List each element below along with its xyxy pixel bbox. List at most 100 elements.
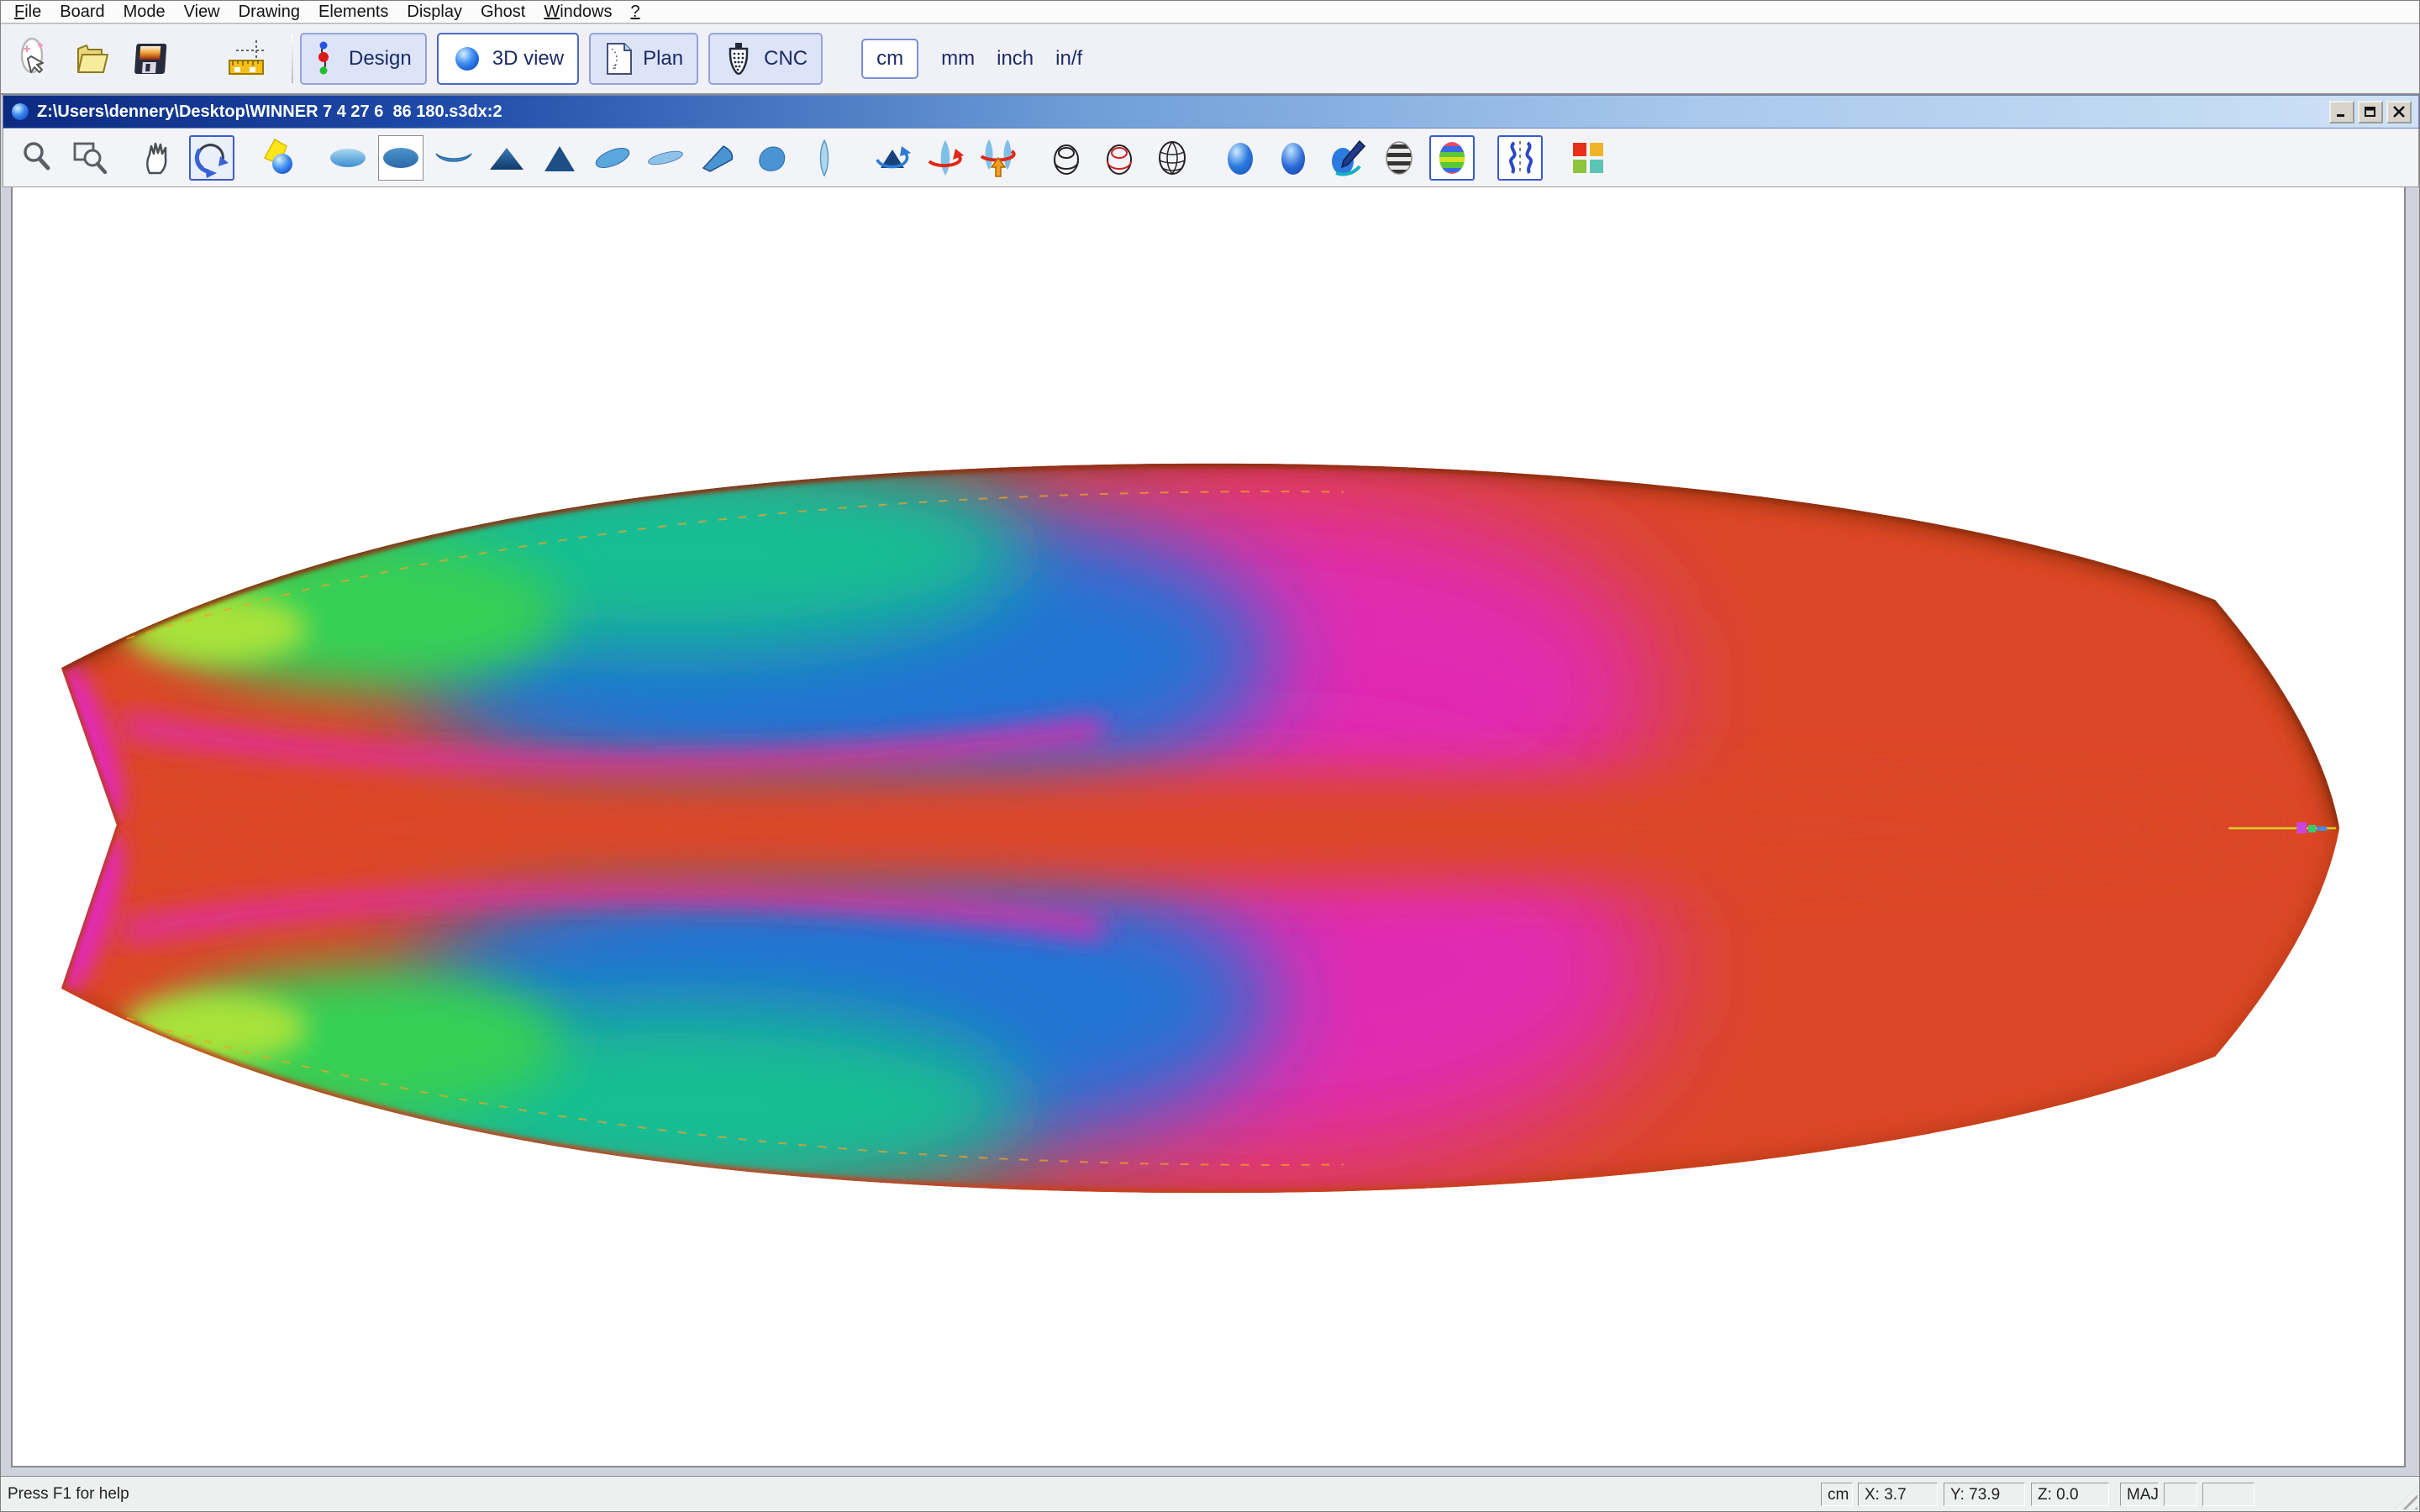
menu-display[interactable]: Display (397, 3, 471, 22)
cnc-drill-icon (723, 41, 754, 76)
ruler-icon (224, 37, 268, 81)
view-3d-button[interactable]: 3D view (437, 33, 579, 85)
open-folder-icon (70, 37, 113, 81)
view-perspective-4-icon (751, 138, 792, 178)
statusbar: Press F1 for help cm X: 3.7 Y: 73.9 Z: 0… (1, 1476, 2419, 1511)
minimize-button[interactable] (2329, 101, 2354, 123)
light-settings-button[interactable] (257, 135, 302, 181)
view-toolbar (3, 129, 2419, 187)
view-tail-icon (487, 138, 527, 178)
orbit-view-button[interactable] (870, 135, 915, 181)
open-button[interactable] (61, 29, 122, 88)
view-perspective-2-button[interactable] (643, 135, 688, 181)
wireframe-coarse-button[interactable] (1044, 135, 1089, 181)
zebra-stripes-button[interactable] (1376, 135, 1422, 181)
zebra-stripes-icon (1379, 138, 1419, 178)
unit-inch[interactable]: inch (997, 47, 1034, 71)
view-perspective-4-button[interactable] (749, 135, 794, 181)
render-smooth-button[interactable] (1270, 135, 1316, 181)
view-bottom-button[interactable] (378, 135, 424, 181)
curvature-map-button[interactable] (1429, 135, 1475, 181)
view-front-icon (434, 138, 474, 178)
document-titlebar[interactable]: Z:\Users\dennery\Desktop\WINNER 7 4 27 6… (3, 95, 2419, 129)
view-front-button[interactable] (431, 135, 476, 181)
wireframe-mesh-button[interactable] (1150, 135, 1195, 181)
board-3d-render[interactable] (13, 187, 2404, 1466)
view-perspective-2-icon (645, 138, 686, 178)
shape3d-application-window: File Board Mode View Drawing Elements Di… (0, 0, 2420, 1512)
cnc-mode-button[interactable]: CNC (708, 33, 823, 85)
status-x-coordinate: X: 3.7 (1858, 1483, 1938, 1506)
menu-mode[interactable]: Mode (114, 3, 175, 22)
status-unit: cm (1821, 1483, 1853, 1506)
unit-cm[interactable]: cm (861, 39, 918, 79)
curvature-map-icon (1432, 138, 1472, 178)
view-outline-icon (804, 138, 844, 178)
view-tail-button[interactable] (484, 135, 529, 181)
window-controls (2329, 101, 2412, 123)
close-button[interactable] (2386, 101, 2412, 123)
main-toolbar: Design 3D view Plan (1, 24, 2419, 95)
light-icon (260, 138, 300, 178)
menu-view[interactable]: View (175, 3, 229, 22)
menu-file[interactable]: File (5, 3, 50, 22)
restore-button[interactable] (2358, 101, 2383, 123)
view-perspective-1-icon (592, 138, 633, 178)
color-palette-icon (1568, 138, 1608, 178)
search-icon (18, 138, 58, 178)
view-perspective-3-button[interactable] (696, 135, 741, 181)
zoom-region-icon (71, 138, 111, 178)
menu-board[interactable]: Board (50, 3, 113, 22)
rotate-board-x-icon (978, 138, 1018, 178)
save-button[interactable] (122, 29, 182, 88)
rotate-board-y-button[interactable] (923, 135, 968, 181)
unit-selector: cm mm inch in/f (861, 39, 1093, 79)
wireframe-slices-icon (1099, 138, 1139, 178)
resize-grip[interactable] (2394, 1486, 2417, 1509)
new-board-button[interactable] (1, 29, 61, 88)
plan-mode-button[interactable]: Plan (589, 33, 698, 85)
status-help-text: Press F1 for help (8, 1485, 129, 1504)
render-solid-icon (1220, 138, 1260, 178)
cnc-label: CNC (764, 47, 808, 71)
view-outline-button[interactable] (802, 135, 847, 181)
restore-icon (2364, 106, 2377, 118)
unit-inf[interactable]: in/f (1055, 47, 1082, 71)
texture-paint-button[interactable] (1323, 135, 1369, 181)
wireframe-mesh-icon (1152, 138, 1192, 178)
design-mode-button[interactable]: Design (300, 33, 427, 85)
menu-elements[interactable]: Elements (309, 3, 397, 22)
view-perspective-1-button[interactable] (590, 135, 635, 181)
view-nose-button[interactable] (537, 135, 582, 181)
rotate-board-x-button[interactable] (976, 135, 1021, 181)
menu-ghost[interactable]: Ghost (471, 3, 534, 22)
render-smooth-icon (1273, 138, 1313, 178)
flex-curves-button[interactable] (1497, 135, 1543, 181)
render-solid-button[interactable] (1218, 135, 1263, 181)
document-title: Z:\Users\dennery\Desktop\WINNER 7 4 27 6… (37, 102, 502, 122)
menu-drawing[interactable]: Drawing (229, 3, 309, 22)
view-deck-button[interactable] (325, 135, 371, 181)
menubar: File Board Mode View Drawing Elements Di… (1, 1, 2419, 24)
view-nose-icon (539, 138, 580, 178)
color-settings-button[interactable] (1565, 135, 1611, 181)
wireframe-slices-button[interactable] (1097, 135, 1142, 181)
zoom-window-button[interactable] (68, 135, 113, 181)
unit-mm[interactable]: mm (941, 47, 975, 71)
plan-icon (604, 42, 633, 76)
minimize-icon (2335, 106, 2349, 118)
status-y-coordinate: Y: 73.9 (1944, 1483, 2025, 1506)
view-3d-label: 3D view (492, 47, 564, 71)
dimensions-button[interactable] (216, 29, 276, 88)
texture-paint-icon (1326, 138, 1366, 178)
rotate-3d-icon (192, 138, 232, 178)
menu-help[interactable]: ? (621, 3, 649, 22)
zoom-tool-button[interactable] (15, 135, 60, 181)
pan-tool-button[interactable] (136, 135, 182, 181)
rotate-3d-tool-button[interactable] (189, 135, 234, 181)
board-canvas[interactable] (11, 187, 2406, 1467)
design-label: Design (349, 47, 412, 71)
close-icon (2392, 106, 2406, 118)
menu-windows[interactable]: Windows (534, 3, 621, 22)
board-surface (13, 456, 2339, 1201)
